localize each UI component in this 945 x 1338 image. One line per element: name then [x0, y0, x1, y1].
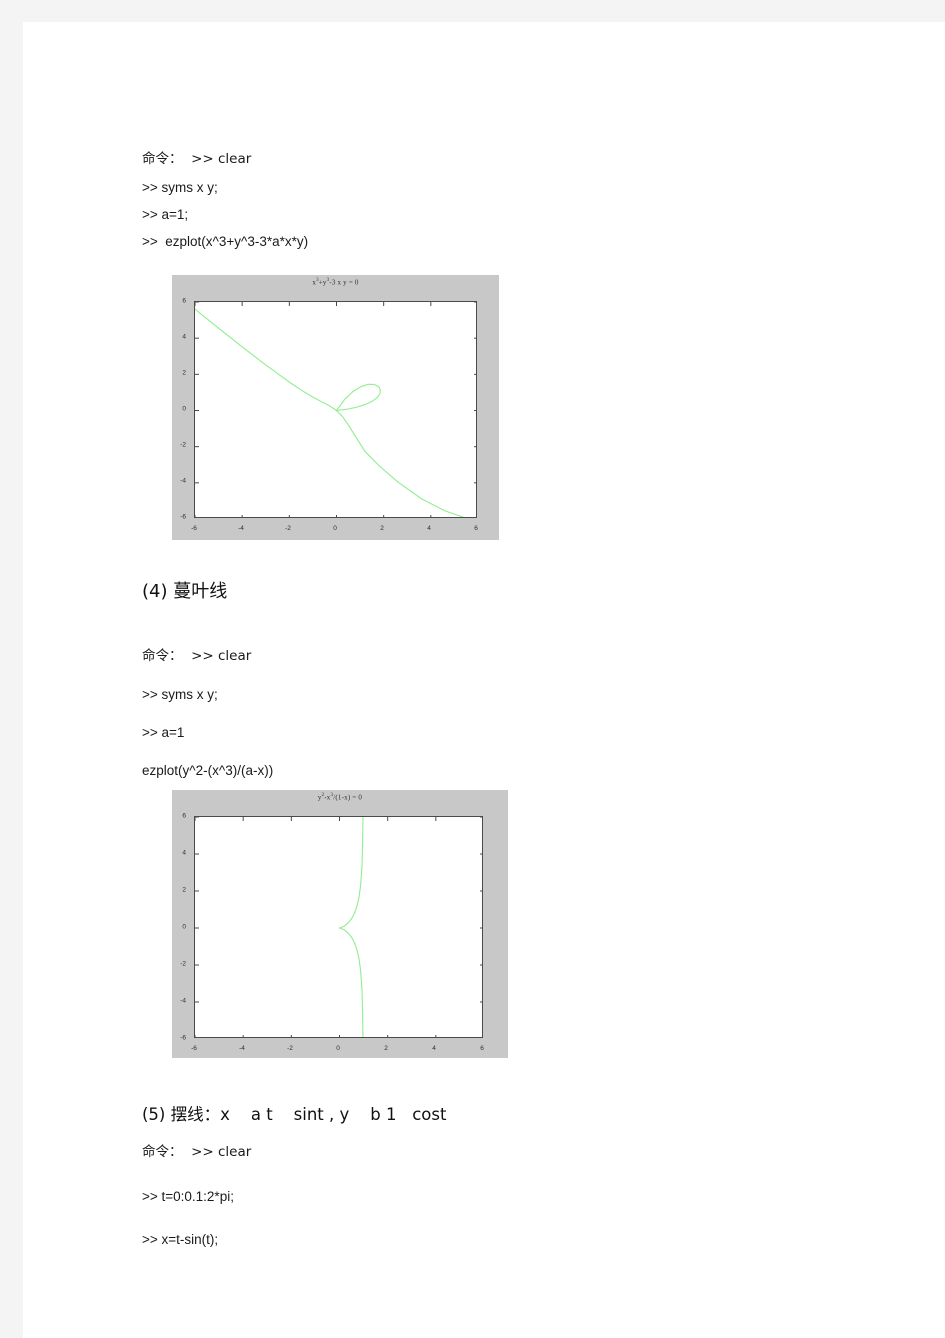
xtick-label: -6: [191, 525, 197, 532]
figure-folium: x3+y3-3 x y = 0 6 4 2 0 -2 -4 -6 -6 -4 -…: [172, 275, 499, 540]
command-line-clear-3: 命令： >> clear: [142, 1144, 252, 1160]
figure-cissoid-plot: [195, 817, 482, 1037]
xtick-label: 0: [333, 525, 337, 532]
ytick-label: -2: [180, 960, 186, 968]
ytick-label: -6: [180, 513, 186, 521]
ytick-label: -6: [180, 1034, 186, 1042]
xtick-label: 6: [480, 1045, 484, 1052]
xtick-label: -2: [287, 1045, 293, 1052]
command-line-syms-1: >> syms x y;: [142, 180, 218, 195]
xtick-label: 0: [336, 1045, 340, 1052]
command-line-a-assign-2: >> a=1: [142, 725, 185, 740]
figure-cissoid: y2-x3/(1-x) = 0 6 4 2 0 -2 -4 -6 -6 -4 -…: [172, 790, 508, 1058]
xtick-label: 4: [427, 525, 431, 532]
section-heading-cissoid: (4) 蔓叶线: [142, 581, 228, 602]
figure-folium-plot: [195, 302, 476, 517]
ytick-label: -4: [180, 477, 186, 485]
command-line-t-range: >> t=0:0.1:2*pi;: [142, 1189, 234, 1204]
ytick-label: 6: [182, 812, 186, 820]
command-line-ezplot-cissoid: ezplot(y^2-(x^3)/(a-x)): [142, 763, 274, 778]
figure-folium-axes: [194, 301, 477, 518]
ytick-label: 6: [182, 297, 186, 305]
figure-cissoid-axes: [194, 816, 483, 1038]
document-page: 命令： >> clear >> syms x y; >> a=1; >> ezp…: [23, 22, 945, 1338]
xtick-label: -6: [191, 1045, 197, 1052]
figure-cissoid-title: y2-x3/(1-x) = 0: [317, 793, 363, 802]
ytick-label: 2: [182, 369, 186, 377]
xtick-label: 4: [432, 1045, 436, 1052]
ytick-label: 4: [182, 333, 186, 341]
xtick-label: -2: [285, 525, 291, 532]
ytick-label: -4: [180, 997, 186, 1005]
command-line-clear-2: 命令： >> clear: [142, 648, 252, 664]
xtick-label: -4: [239, 1045, 245, 1052]
figure-folium-title: x3+y3-3 x y = 0: [312, 278, 359, 287]
command-line-x-cycloid: >> x=t-sin(t);: [142, 1232, 219, 1247]
ytick-label: -2: [180, 441, 186, 449]
command-line-ezplot-folium: >> ezplot(x^3+y^3-3*a*x*y): [142, 234, 309, 249]
section-heading-cycloid: (5) 摆线：x a t sint , y b 1 cost: [142, 1105, 447, 1124]
command-line-a-assign-1: >> a=1;: [142, 207, 189, 222]
xtick-label: 2: [380, 525, 384, 532]
xtick-label: 2: [384, 1045, 388, 1052]
xtick-label: 6: [474, 525, 478, 532]
command-line-syms-2: >> syms x y;: [142, 687, 218, 702]
command-line-clear-1: 命令： >> clear: [142, 151, 252, 167]
xtick-label: -4: [238, 525, 244, 532]
ytick-label: 4: [182, 849, 186, 857]
ytick-label: 0: [182, 405, 186, 413]
ytick-label: 0: [182, 923, 186, 931]
ytick-label: 2: [182, 886, 186, 894]
